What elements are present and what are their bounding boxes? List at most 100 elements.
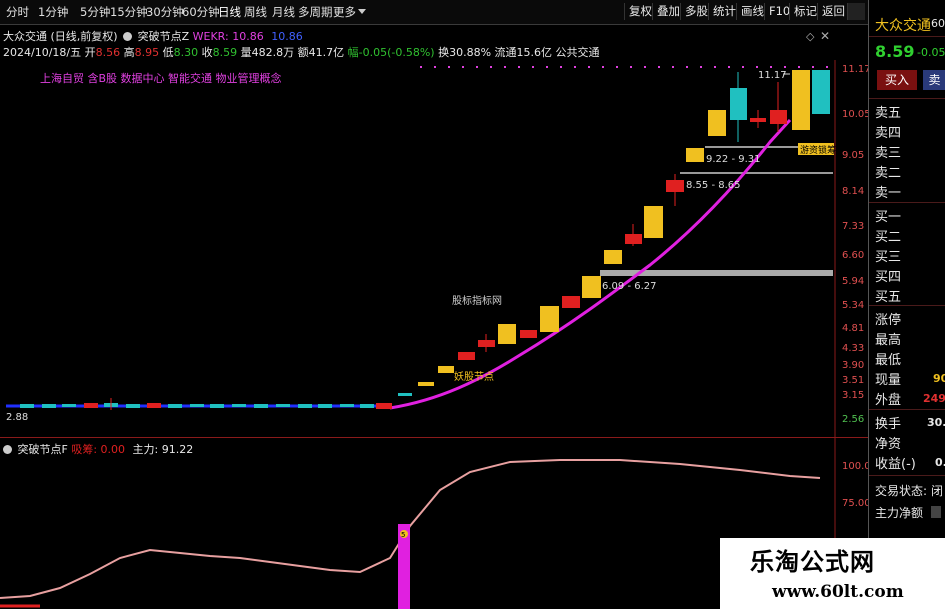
price-tick: 9.05: [842, 150, 865, 161]
price-tick: 2.56: [842, 414, 865, 425]
turnover-value: 换30.88%: [438, 46, 492, 59]
panel-code-prefix: 60: [931, 17, 945, 30]
buy-row: 买一: [875, 210, 902, 225]
stat2-label: 净资: [875, 437, 902, 452]
stat-value: 249: [923, 392, 945, 405]
kline-chart[interactable]: 11.17 9.22 - 9.31 8.55 - 8.65 6.09 - 6.2…: [0, 60, 868, 438]
scroll-icon[interactable]: [931, 506, 941, 518]
site-watermark: 乐淘公式网 www.60lt.com: [720, 538, 945, 609]
stat2-value: 30.: [927, 416, 945, 429]
price-tick: 11.17: [842, 64, 871, 75]
open-label: 开: [84, 46, 96, 59]
diamond-icon[interactable]: ◇: [806, 30, 814, 43]
stat-label: 最高: [875, 333, 902, 348]
high-price-label: 11.17: [758, 70, 787, 81]
high-label: 高: [123, 46, 135, 59]
volume-value: 量482.8万: [240, 46, 295, 59]
stat-label: 现量: [875, 373, 902, 388]
rising-candles: [398, 70, 830, 396]
sell-row: 卖一: [875, 186, 902, 201]
tab-multi-period[interactable]: 多周期: [298, 4, 333, 20]
price-tick: 3.15: [842, 390, 865, 401]
node-label: 妖股节点: [454, 370, 494, 383]
tab-60min[interactable]: 60分钟: [182, 4, 220, 20]
wekr-label: WEKR:: [192, 30, 229, 43]
tab-more[interactable]: 更多: [333, 4, 356, 20]
sell-row: 卖四: [875, 126, 902, 141]
flat-candles: [20, 398, 392, 410]
period-toolbar: 分时 1分钟 5分钟 15分钟 30分钟 60分钟 日线 周线 月线 多周期 更…: [0, 0, 868, 25]
tab-30min[interactable]: 30分钟: [146, 4, 184, 20]
signal-marker-label: 5: [401, 531, 405, 539]
price-tick: 5.34: [842, 300, 865, 311]
period-label: (日线,前复权): [50, 30, 118, 43]
tab-daily[interactable]: 日线: [218, 4, 241, 20]
stock-name: 大众交通: [3, 30, 47, 43]
price-tick: 10.05: [842, 109, 871, 120]
price-tick: 4.33: [842, 343, 865, 354]
tab-weekly[interactable]: 周线: [244, 4, 267, 20]
close-icon[interactable]: ✕: [820, 29, 830, 43]
buy-row: 买三: [875, 250, 902, 265]
buy-row: 买二: [875, 230, 902, 245]
stat-label: 外盘: [875, 393, 902, 408]
low-price-label: 2.88: [6, 412, 28, 423]
close-value: 8.59: [212, 46, 238, 59]
stat-value: 90: [933, 372, 945, 385]
stat2-label: 收益(-): [875, 457, 916, 472]
open-value: 8.56: [95, 46, 121, 59]
back-button[interactable]: 返回: [817, 3, 849, 20]
settings-icon[interactable]: [123, 32, 133, 41]
indicator-name: 突破节点Z: [137, 30, 190, 43]
price-tick: 6.60: [842, 250, 865, 261]
chart-header-line2: 2024/10/18/五 开8.56 高8.95 低8.30 收8.59 量48…: [3, 46, 600, 59]
price-tick: 3.90: [842, 360, 865, 371]
panel-change: -0.05: [917, 46, 945, 59]
panel-toggle-icon[interactable]: [847, 3, 865, 20]
sell-row: 卖五: [875, 106, 902, 121]
watermark-title: 乐淘公式网: [750, 548, 875, 576]
price-tick: 8.14: [842, 186, 865, 197]
price-tick: 3.51: [842, 375, 865, 386]
wekr-value: 10.86: [232, 30, 264, 43]
float-value: 流通15.6亿: [494, 46, 553, 59]
price-tick: 4.81: [842, 323, 865, 334]
panel-price: 8.59: [875, 42, 915, 61]
stat-label: 涨停: [875, 313, 902, 328]
bar-date: 2024/10/18/五: [3, 46, 82, 59]
tab-15min[interactable]: 15分钟: [110, 4, 148, 20]
sell-row: 卖三: [875, 146, 902, 161]
chart-header-line1: 大众交通 (日线,前复权) 突破节点Z WEKR: 10.86 10.86: [3, 30, 303, 43]
tab-monthly[interactable]: 月线: [272, 4, 295, 20]
range2-label: 8.55 - 8.65: [686, 180, 741, 191]
trade-status-value: 闭: [931, 484, 944, 498]
amount-value: 额41.7亿: [297, 46, 345, 59]
quote-panel: 大众交通 60 8.59 -0.05 买入 卖 卖五 卖四 卖三 卖二 卖一 买…: [868, 0, 945, 609]
chevron-down-icon[interactable]: [358, 9, 366, 14]
tab-5min[interactable]: 5分钟: [80, 4, 110, 20]
sell-button[interactable]: 卖: [923, 70, 945, 90]
wekr-value2: 10.86: [271, 30, 303, 43]
stat2-value: 0.: [935, 456, 945, 469]
level-bar: [680, 172, 833, 174]
stat2-label: 换手: [875, 417, 902, 432]
buy-row: 买五: [875, 290, 902, 305]
sell-row: 卖二: [875, 166, 902, 181]
tab-1min[interactable]: 1分钟: [38, 4, 68, 20]
buy-row: 买四: [875, 270, 902, 285]
right-tag-label: 游资锁筹: [800, 144, 836, 156]
range3-label: 6.09 - 6.27: [602, 281, 657, 292]
sub-tick: 75.00: [842, 498, 871, 509]
site-watermark-label: 股标指标网: [452, 294, 502, 307]
net-amount-label: 主力净额: [875, 506, 924, 520]
change-value: 幅-0.05(-0.58%): [347, 46, 435, 59]
tab-timeshare[interactable]: 分时: [6, 4, 29, 20]
low-value: 8.30: [173, 46, 199, 59]
panel-stock-name: 大众交通: [875, 18, 931, 34]
range1-label: 9.22 - 9.31: [706, 154, 761, 165]
trade-status-label: 交易状态:: [875, 484, 928, 498]
sector-value: 公共交通: [555, 46, 600, 59]
price-tick: 5.94: [842, 276, 865, 287]
price-tick: 7.33: [842, 221, 865, 232]
buy-button[interactable]: 买入: [877, 70, 917, 90]
